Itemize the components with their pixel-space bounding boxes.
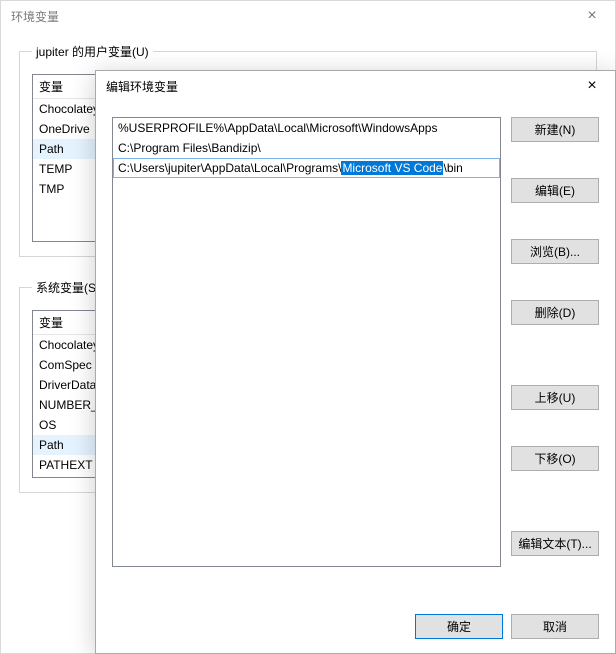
new-button[interactable]: 新建(N) bbox=[511, 117, 599, 142]
close-icon[interactable]: × bbox=[569, 71, 615, 101]
path-row[interactable]: %USERPROFILE%\AppData\Local\Microsoft\Wi… bbox=[113, 118, 500, 138]
front-titlebar: 编辑环境变量 × bbox=[96, 71, 615, 101]
front-window-title: 编辑环境变量 bbox=[106, 78, 178, 95]
back-window-title: 环境变量 bbox=[11, 8, 59, 25]
close-icon[interactable]: × bbox=[569, 1, 615, 31]
user-vars-group-label: jupiter 的用户变量(U) bbox=[32, 43, 153, 60]
move-up-button[interactable]: 上移(U) bbox=[511, 385, 599, 410]
edit-env-var-dialog: 编辑环境变量 × %USERPROFILE%\AppData\Local\Mic… bbox=[95, 70, 616, 654]
front-footer: 确定 取消 bbox=[415, 614, 599, 639]
cancel-button[interactable]: 取消 bbox=[511, 614, 599, 639]
delete-button[interactable]: 删除(D) bbox=[511, 300, 599, 325]
path-row[interactable]: C:\Program Files\Bandizip\ bbox=[113, 138, 500, 158]
ok-button[interactable]: 确定 bbox=[415, 614, 503, 639]
front-body: %USERPROFILE%\AppData\Local\Microsoft\Wi… bbox=[96, 101, 615, 583]
back-titlebar: 环境变量 × bbox=[1, 1, 615, 31]
path-list[interactable]: %USERPROFILE%\AppData\Local\Microsoft\Wi… bbox=[112, 117, 501, 567]
path-button-column: 新建(N) 编辑(E) 浏览(B)... 删除(D) 上移(U) 下移(O) 编… bbox=[511, 117, 599, 567]
edit-text-button[interactable]: 编辑文本(T)... bbox=[511, 531, 599, 556]
path-row[interactable]: C:\Users\jupiter\AppData\Local\Programs\… bbox=[113, 158, 500, 178]
edit-button[interactable]: 编辑(E) bbox=[511, 178, 599, 203]
system-vars-group-label: 系统变量(S) bbox=[32, 279, 104, 296]
browse-button[interactable]: 浏览(B)... bbox=[511, 239, 599, 264]
move-down-button[interactable]: 下移(O) bbox=[511, 446, 599, 471]
